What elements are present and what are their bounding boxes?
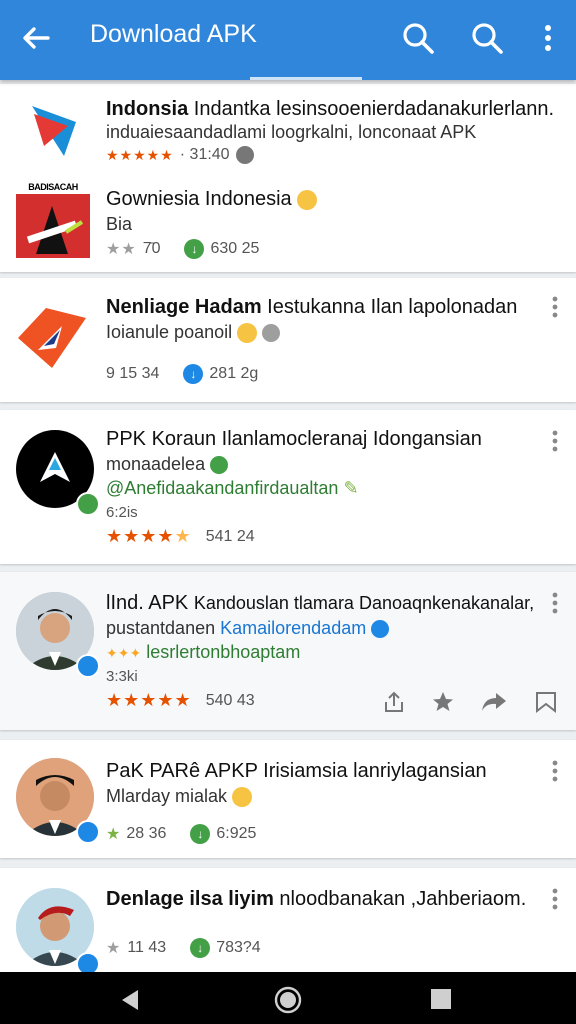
nav-home-icon[interactable] — [274, 986, 302, 1014]
app-description: monaadelea — [106, 454, 206, 474]
page-title: Download APK — [90, 20, 257, 48]
rating-count: 9 15 34 — [106, 365, 160, 382]
app-subtitle: Iestukanna Ilan lapolonadan — [267, 296, 518, 318]
app-version: 6:2is — [106, 504, 138, 521]
app-handle: lesrlertonbhoaptam — [146, 642, 301, 662]
list-card: Indonsia Indantka lesinsooenierdadanakur… — [0, 84, 576, 272]
check-icon — [235, 146, 254, 164]
verified-badge-icon — [76, 820, 100, 844]
smiley-emoji-icon — [297, 189, 318, 210]
item-menu-icon[interactable] — [552, 430, 558, 452]
item-menu-icon[interactable] — [552, 760, 558, 782]
overflow-menu-icon[interactable] — [530, 20, 566, 56]
verified-badge-icon — [76, 654, 100, 678]
download-badge-icon: ↓ — [184, 239, 205, 259]
logo-graphic-icon — [26, 206, 84, 254]
download-badge-icon: ↓ — [190, 938, 211, 958]
verified-badge-icon — [76, 952, 100, 972]
check-icon — [210, 456, 229, 475]
share-icon[interactable] — [382, 690, 406, 714]
list-item[interactable]: PPK Koraun Ilanlamocleranaj Idongansian … — [0, 410, 576, 564]
app-description: induaiesaandadlami loogrkalni, lonconaat… — [106, 122, 477, 142]
check-icon — [262, 324, 281, 343]
play-app-icon — [32, 106, 76, 156]
app-subtitle: Indantka lesinsooenierdadanakurlerlann. — [193, 98, 555, 120]
search-icon[interactable] — [469, 20, 505, 56]
app-title: Indonsia — [106, 98, 189, 120]
star-icon: ★ — [106, 940, 122, 957]
app-description: Bia — [106, 214, 133, 234]
app-description: Ioianule poanoil — [106, 322, 233, 342]
app-meta: · 31:40 — [179, 146, 230, 163]
back-arrow-icon[interactable] — [20, 22, 52, 54]
app-description: Mlarday mialak — [106, 786, 228, 806]
app-description: pustantdanen — [106, 618, 216, 638]
rating-count: 28 36 — [126, 825, 167, 842]
system-nav-bar — [0, 972, 576, 1024]
app-subtitle: nloodbanakan ,Jahberiaom. — [279, 888, 527, 910]
forward-icon[interactable] — [480, 690, 508, 714]
app-meta: 541 24 — [205, 527, 255, 545]
search-icon[interactable] — [400, 20, 436, 56]
list-item[interactable]: Nenliage Hadam Iestukanna Ilan lapolonad… — [0, 278, 576, 402]
list-item[interactable]: PaK PARê APKP Irisiamsia lanriylagansian… — [0, 740, 576, 858]
item-menu-icon[interactable] — [552, 888, 558, 910]
nav-back-icon[interactable] — [118, 988, 142, 1012]
app-title: Nenliage Hadam — [106, 296, 262, 318]
app-subtitle: Irisiamsia lanriylagansian — [263, 760, 487, 782]
smiley-emoji-icon — [232, 787, 253, 808]
bookmark-icon[interactable] — [534, 690, 558, 714]
app-icon — [18, 308, 86, 368]
download-count: 783?4 — [216, 939, 261, 956]
app-meta: 540 43 — [205, 691, 255, 709]
download-count: 281 2g — [209, 365, 259, 382]
star-icon: ★ — [106, 826, 121, 843]
app-subtitle: Kandouslan tlamara Danoaqnkenakanalar, — [193, 593, 535, 613]
app-title: PPK Koraun — [106, 428, 217, 450]
app-link[interactable]: Kamailorendadam — [220, 618, 366, 638]
app-version: 3:3ki — [106, 668, 138, 685]
list-item[interactable]: lInd. APK Kandouslan tlamara Danoaqnkena… — [0, 572, 576, 730]
download-count: 6:925 — [216, 825, 257, 842]
verified-badge-icon — [76, 492, 100, 516]
sparkle-icon: ✦✦✦ — [106, 645, 142, 661]
rating-count: 7̄0 — [142, 240, 161, 257]
app-logo: BADISACAH — [16, 180, 90, 258]
download-count: 630 25 — [210, 240, 260, 257]
app-list[interactable]: Indonsia Indantka lesinsooenierdadanakur… — [0, 80, 576, 972]
smiley-emoji-icon — [237, 323, 258, 344]
pencil-icon: ✎ — [343, 478, 359, 498]
rating-stars: ★★★★ — [106, 526, 175, 546]
star-icon[interactable] — [430, 690, 456, 714]
verified-check-icon — [371, 620, 390, 639]
app-title: Denlage ilsa liyim — [106, 888, 274, 910]
rating-stars: ★★★★★ — [106, 690, 192, 710]
app-title: PaK PARê APKP — [106, 760, 258, 782]
tab-indicator — [250, 77, 362, 80]
app-title: lInd. APK — [106, 592, 189, 614]
app-bar: Download APK — [0, 0, 576, 80]
download-badge-icon: ↓ — [190, 824, 211, 844]
rating-stars: ★★★★★ — [106, 146, 174, 163]
list-item[interactable]: Denlage ilsa liyim nloodbanakan ,Jahberi… — [0, 868, 576, 972]
app-title: Gowniesia Indonesia — [106, 188, 292, 210]
app-handle: @Anefidaakandanfirdaualtan — [106, 478, 339, 498]
rating-count: 11 43 — [127, 939, 167, 956]
rating-stars: ★★ — [106, 241, 137, 258]
download-badge-icon: ↓ — [183, 364, 204, 384]
app-subtitle: Ilanlamocleranaj Idongansian — [221, 428, 482, 450]
item-menu-icon[interactable] — [552, 592, 558, 614]
item-menu-icon[interactable] — [552, 296, 558, 318]
nav-recents-icon[interactable] — [430, 988, 452, 1010]
